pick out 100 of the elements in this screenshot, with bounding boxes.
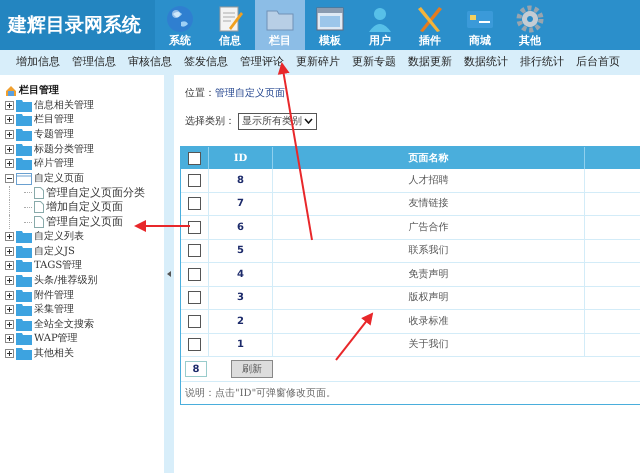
gear-icon	[515, 4, 545, 34]
tree-item[interactable]: TAGS管理	[34, 258, 82, 274]
expand-icon[interactable]	[5, 276, 14, 285]
tools-icon	[415, 4, 445, 34]
tree-item[interactable]: 采集管理	[34, 302, 74, 318]
sub-menu-link[interactable]: 审核信息	[128, 54, 172, 71]
tree-item[interactable]: 专题管理	[34, 126, 74, 142]
page-icon	[34, 201, 44, 214]
tree-item[interactable]: 管理自定义页面	[46, 214, 123, 230]
table-cell-text: 联系我们	[408, 244, 448, 258]
folder-icon	[16, 244, 32, 258]
nav-tab[interactable]: 用户	[355, 0, 405, 50]
tree-item[interactable]: 标题分类管理	[34, 142, 94, 157]
expand-icon[interactable]	[5, 334, 14, 344]
row-checkbox[interactable]	[188, 197, 201, 210]
expand-icon[interactable]	[5, 159, 14, 168]
tree-item[interactable]: 栏目管理	[34, 112, 74, 128]
sub-menu-link[interactable]: 签发信息	[184, 54, 228, 71]
nav-tab[interactable]: 信息	[205, 0, 255, 50]
collapse-icon[interactable]	[5, 174, 14, 183]
expand-icon[interactable]	[5, 348, 14, 358]
sub-menu-link[interactable]: 增加信息	[16, 54, 60, 71]
tree-item[interactable]: 增加自定义页面	[46, 199, 123, 216]
collapse-arrow-icon[interactable]	[167, 271, 172, 277]
refresh-button[interactable]: 刷新	[231, 360, 273, 378]
table-cell-text: 友情链接	[408, 196, 448, 212]
tree-item[interactable]: 管理自定义页面分类	[46, 184, 145, 202]
folder-icon	[16, 128, 32, 141]
tree-item[interactable]: 全站全文搜索	[34, 316, 94, 332]
table-cell-text: 免责声明	[408, 268, 448, 282]
expand-icon[interactable]	[5, 232, 14, 242]
table-cell-text: 人才招聘	[408, 174, 448, 188]
expand-icon[interactable]	[5, 305, 14, 314]
globe-icon	[165, 4, 195, 34]
folder-icon	[16, 303, 32, 316]
sub-menu-link[interactable]: 更新碎片	[296, 54, 340, 71]
nav-tab[interactable]: 商城	[455, 0, 505, 50]
nav-tab[interactable]: 模板	[305, 0, 355, 50]
row-checkbox[interactable]	[188, 291, 201, 304]
breadcrumb-label: 位置：	[185, 86, 215, 100]
sub-menu-link[interactable]: 数据更新	[408, 54, 452, 71]
sub-menu-link[interactable]: 数据统计	[464, 54, 508, 71]
expand-icon[interactable]	[5, 100, 14, 110]
tree-item[interactable]: WAP管理	[34, 331, 78, 346]
tree-item[interactable]: 碎片管理	[34, 156, 74, 172]
tree-item[interactable]: 附件管理	[34, 288, 74, 303]
select-all-checkbox[interactable]	[188, 152, 201, 164]
expand-icon[interactable]	[5, 246, 14, 256]
folder-icon	[16, 259, 32, 272]
row-checkbox[interactable]	[188, 338, 201, 352]
sub-menu-link[interactable]: 更新专题	[352, 54, 396, 71]
sub-menu-link[interactable]: 后台首页	[576, 54, 620, 71]
expand-icon[interactable]	[5, 261, 14, 270]
folder-icon	[16, 318, 32, 331]
id-link[interactable]: 3	[237, 290, 244, 306]
sub-menu-link[interactable]: 排行统计	[520, 54, 564, 71]
breadcrumb-link[interactable]: 管理自定义页面	[215, 86, 285, 100]
id-link[interactable]: 7	[237, 196, 244, 212]
tree-item[interactable]: 自定义列表	[34, 229, 84, 244]
page-icon	[34, 186, 44, 199]
id-link[interactable]: 8	[237, 172, 244, 188]
chevron-down-icon	[304, 118, 313, 124]
expand-icon[interactable]	[5, 144, 14, 154]
nav-tab[interactable]: 插件	[405, 0, 455, 50]
id-link[interactable]: 2	[237, 314, 244, 329]
tree-title: 栏目管理	[19, 84, 59, 98]
folder-icon	[16, 230, 32, 244]
folder-icon	[16, 142, 32, 156]
id-link[interactable]: 4	[237, 266, 244, 282]
count-box: 8	[185, 361, 207, 377]
annotation-arrow	[134, 220, 190, 232]
row-checkbox[interactable]	[188, 268, 201, 281]
row-checkbox[interactable]	[188, 220, 201, 234]
row-checkbox[interactable]	[188, 314, 201, 328]
id-link[interactable]: 5	[237, 243, 244, 258]
column-header: 页面名称	[408, 152, 448, 166]
tree-item[interactable]: 自定义页面	[34, 170, 84, 186]
nav-tab[interactable]: 系统	[155, 0, 205, 50]
id-link[interactable]: 6	[237, 220, 244, 235]
note-text: 说明：点击"ID"可弹窗修改页面。	[185, 386, 336, 400]
table-cell-text: 收录标准	[408, 314, 448, 329]
id-link[interactable]: 1	[237, 337, 244, 352]
expand-icon[interactable]	[5, 115, 14, 124]
expand-icon[interactable]	[5, 130, 14, 139]
tree-item[interactable]: 信息相关管理	[34, 98, 94, 113]
row-checkbox[interactable]	[188, 174, 201, 187]
nav-tab[interactable]: 其他	[505, 0, 555, 50]
table-cell-text: 广告合作	[408, 220, 448, 235]
folder-icon	[16, 113, 32, 126]
tree-item[interactable]: 头条/推荐级别	[34, 272, 98, 288]
page-icon	[34, 216, 44, 228]
folder-icon	[16, 346, 32, 360]
expand-icon[interactable]	[5, 290, 14, 300]
filter-label: 选择类别：	[185, 114, 235, 128]
row-checkbox[interactable]	[188, 244, 201, 258]
tree-item[interactable]: 其他相关	[34, 346, 74, 361]
expand-icon[interactable]	[5, 320, 14, 329]
sub-menu-link[interactable]: 管理信息	[72, 54, 116, 71]
annotation-arrow	[335, 312, 374, 361]
tree-item[interactable]: 自定义JS	[34, 244, 75, 259]
